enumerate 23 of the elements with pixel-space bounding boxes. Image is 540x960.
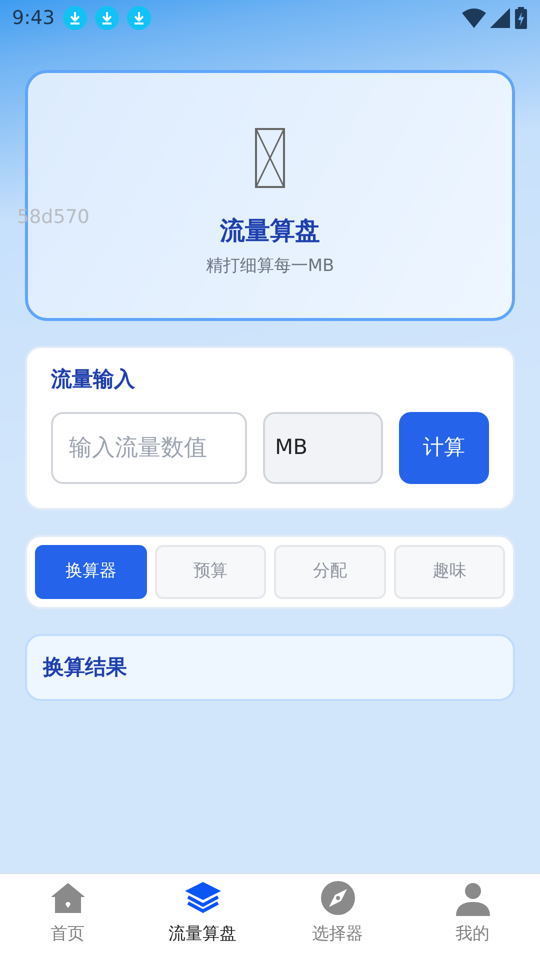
wifi-icon (462, 8, 486, 28)
status-time: 9:43 (12, 6, 55, 31)
nav-tab[interactable]: 首页 (0, 874, 135, 960)
signal-icon (490, 8, 510, 28)
section-title: 流量输入 (51, 366, 136, 393)
app-title: 流量算盘 (220, 215, 320, 247)
tab[interactable]: 换算器 (35, 544, 146, 598)
tab[interactable]: 预算 (154, 544, 266, 598)
calculate-button[interactable]: 计算 (399, 412, 489, 484)
download-icon (94, 6, 119, 30)
broken-image-icon (255, 128, 285, 188)
nav-tab[interactable]: 流量算盘 (135, 874, 270, 960)
app-subtitle: 精打细算每一MB (206, 254, 334, 278)
section-title: 换算结果 (43, 654, 128, 680)
input-field[interactable]: 输入流量数值 (51, 412, 247, 484)
download-icon (126, 6, 151, 30)
unit-select[interactable]: MB (263, 412, 383, 484)
battery-icon (514, 7, 528, 29)
tab[interactable]: 分配 (274, 544, 386, 598)
download-icon (62, 6, 87, 30)
nav-tab[interactable]: 我的 (405, 874, 540, 960)
nav-tab[interactable]: 选择器 (270, 874, 405, 960)
tab[interactable]: 趣味 (394, 544, 505, 598)
